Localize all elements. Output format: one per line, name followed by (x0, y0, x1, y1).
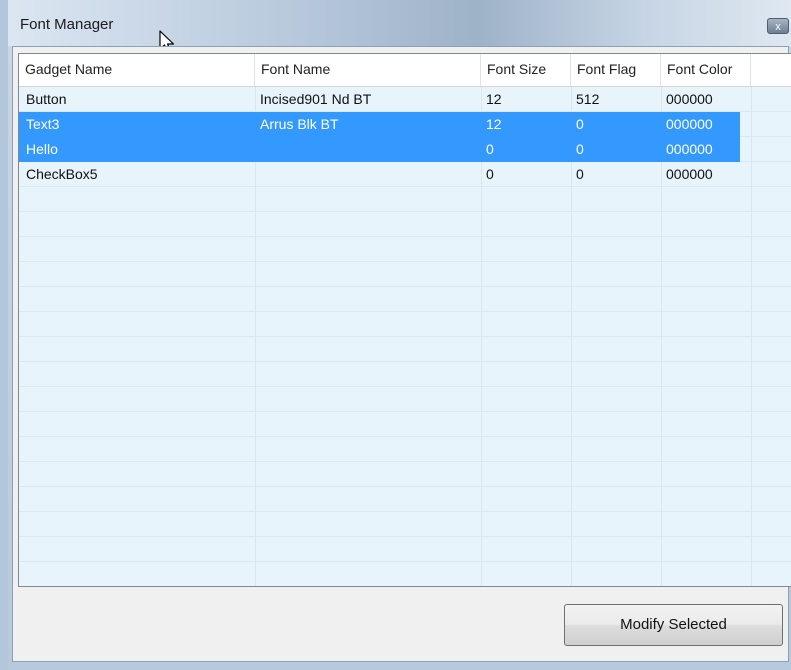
column-header-font-name[interactable]: Font Name (255, 54, 481, 86)
column-header-font-size[interactable]: Font Size (481, 54, 571, 86)
cell-font-flag: 512 (576, 91, 600, 107)
cell-font-name (255, 162, 481, 187)
title-bar[interactable]: Font Manager x (8, 0, 791, 46)
table-row-selected[interactable]: Text3 Arrus Blk BT 12 0 000000 (19, 112, 740, 137)
cell-font-size: 12 (486, 91, 502, 107)
cell-gadget-name: Text3 (26, 116, 60, 132)
table-row-selected[interactable]: Hello 0 0 000000 (19, 137, 740, 162)
grid-header: Gadget Name Font Name Font Size Font Fla… (19, 54, 791, 87)
cell-font-color: 000000 (666, 141, 713, 157)
font-manager-window: Font Manager x Gadget Name Font Name Fon… (0, 0, 791, 670)
font-grid[interactable]: Gadget Name Font Name Font Size Font Fla… (18, 53, 791, 587)
column-divider (751, 87, 752, 586)
dialog-client-area: Gadget Name Font Name Font Size Font Fla… (12, 46, 791, 662)
cell-gadget-name: Hello (26, 141, 58, 157)
column-header-font-flag[interactable]: Font Flag (571, 54, 661, 86)
modify-selected-button[interactable]: Modify Selected (564, 604, 783, 646)
cell-font-color: 000000 (666, 116, 713, 132)
cell-font-flag: 0 (576, 116, 584, 132)
close-icon: x (775, 21, 781, 33)
close-button[interactable]: x (767, 18, 789, 34)
window-title: Font Manager (20, 16, 114, 33)
cell-font-size: 0 (486, 141, 494, 157)
cell-font-flag: 0 (576, 141, 584, 157)
column-header-font-color[interactable]: Font Color (661, 54, 751, 86)
table-row[interactable]: Button Incised901 Nd BT 12 512 000000 (19, 87, 740, 112)
cell-font-color: 000000 (666, 91, 713, 107)
cell-gadget-name: CheckBox5 (26, 166, 98, 182)
table-row[interactable]: CheckBox5 0 0 000000 (19, 162, 740, 187)
cell-font-flag: 0 (576, 166, 584, 182)
cell-font-size: 12 (486, 116, 502, 132)
cell-gadget-name: Button (26, 91, 67, 107)
cell-font-name (255, 137, 481, 162)
cell-font-name: Incised901 Nd BT (260, 91, 372, 107)
cell-font-name: Arrus Blk BT (260, 116, 339, 132)
cell-font-size: 0 (486, 166, 494, 182)
cell-font-color: 000000 (666, 166, 713, 182)
column-header-gadget-name[interactable]: Gadget Name (19, 54, 255, 86)
